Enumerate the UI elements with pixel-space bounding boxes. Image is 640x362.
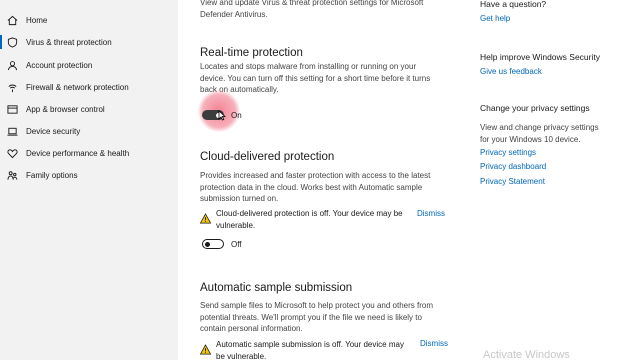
sidebar-item-family-options[interactable]: Family options [0, 165, 178, 185]
sidebar-item-label: Home [26, 16, 47, 25]
sample-description: contain personal information. [200, 323, 303, 335]
sample-submission-heading: Automatic sample submission [200, 282, 352, 294]
warning-icon [200, 213, 211, 224]
activate-windows-watermark: Activate Windows [483, 349, 570, 361]
sidebar-item-firewall-network-protection[interactable]: Firewall & network protection [0, 77, 178, 97]
realtime-protection-heading: Real-time protection [200, 47, 303, 59]
sidebar: Home Virus & threat protection Account p… [0, 0, 178, 360]
cloud-description: Provides increased and faster protection… [200, 170, 430, 182]
sidebar-item-label: Family options [26, 171, 78, 180]
privacy-dashboard-link[interactable]: Privacy dashboard [480, 162, 546, 171]
sidebar-item-label: Device security [26, 127, 80, 136]
privacy-settings-link[interactable]: Privacy settings [480, 148, 536, 157]
main-content: View and update Virus & threat protectio… [200, 0, 450, 360]
cloud-description: submission turned on. [200, 193, 278, 205]
sidebar-item-device-security[interactable]: Device security [0, 121, 178, 141]
privacy-text: for your Windows 10 device. [480, 134, 581, 146]
shield-icon [6, 36, 18, 48]
cloud-dismiss-link[interactable]: Dismiss [417, 209, 445, 218]
privacy-statement-link[interactable]: Privacy Statement [480, 177, 545, 186]
right-panel: Have a question? Get help Help improve W… [480, 0, 640, 360]
privacy-heading: Change your privacy settings [480, 103, 590, 113]
cursor-icon [218, 110, 226, 121]
sidebar-item-label: Firewall & network protection [26, 83, 129, 92]
sidebar-item-label: Device performance & health [26, 149, 129, 158]
sidebar-item-label: Account protection [26, 61, 92, 70]
sidebar-item-device-performance-health[interactable]: Device performance & health [0, 143, 178, 163]
cloud-warning-text: Cloud-delivered protection is off. Your … [216, 208, 403, 220]
sidebar-item-label: App & browser control [26, 105, 105, 114]
improve-heading: Help improve Windows Security [480, 52, 600, 62]
cloud-toggle-state: Off [231, 239, 242, 251]
question-heading: Have a question? [480, 0, 546, 9]
home-icon [6, 14, 18, 26]
laptop-icon [6, 125, 18, 137]
sidebar-item-app-browser-control[interactable]: App & browser control [0, 99, 178, 119]
sample-description: potential threats. We'll prompt you if t… [200, 312, 422, 324]
cloud-description: protection data in the cloud. Works best… [200, 182, 422, 194]
sample-description: Send sample files to Microsoft to help p… [200, 300, 433, 312]
cloud-protection-toggle[interactable] [202, 239, 224, 249]
intro-text-line: Defender Antivirus. [200, 9, 268, 21]
sample-warning-text: be vulnerable. [216, 351, 266, 362]
intro-text-line: View and update Virus & threat protectio… [200, 0, 423, 9]
realtime-description: Locates and stops malware from installin… [200, 61, 416, 73]
sidebar-item-account-protection[interactable]: Account protection [0, 55, 178, 75]
realtime-description: device. You can turn off this setting fo… [200, 73, 430, 85]
heart-icon [6, 147, 18, 159]
warning-icon [200, 344, 211, 355]
sample-warning-text: Automatic sample submission is off. Your… [216, 339, 404, 351]
sidebar-item-virus-threat-protection[interactable]: Virus & threat protection [0, 32, 178, 52]
give-feedback-link[interactable]: Give us feedback [480, 67, 542, 76]
cloud-warning-text: vulnerable. [216, 220, 255, 232]
browser-window-icon [6, 103, 18, 115]
get-help-link[interactable]: Get help [480, 14, 510, 23]
realtime-toggle-state: On [231, 110, 242, 122]
family-icon [6, 169, 18, 181]
cloud-protection-heading: Cloud-delivered protection [200, 151, 334, 163]
sidebar-item-home[interactable]: Home [0, 10, 178, 30]
wifi-icon [6, 81, 18, 93]
privacy-text: View and change privacy settings [480, 122, 599, 134]
sidebar-item-label: Virus & threat protection [26, 38, 112, 47]
person-icon [6, 59, 18, 71]
sample-dismiss-link[interactable]: Dismiss [420, 339, 448, 348]
